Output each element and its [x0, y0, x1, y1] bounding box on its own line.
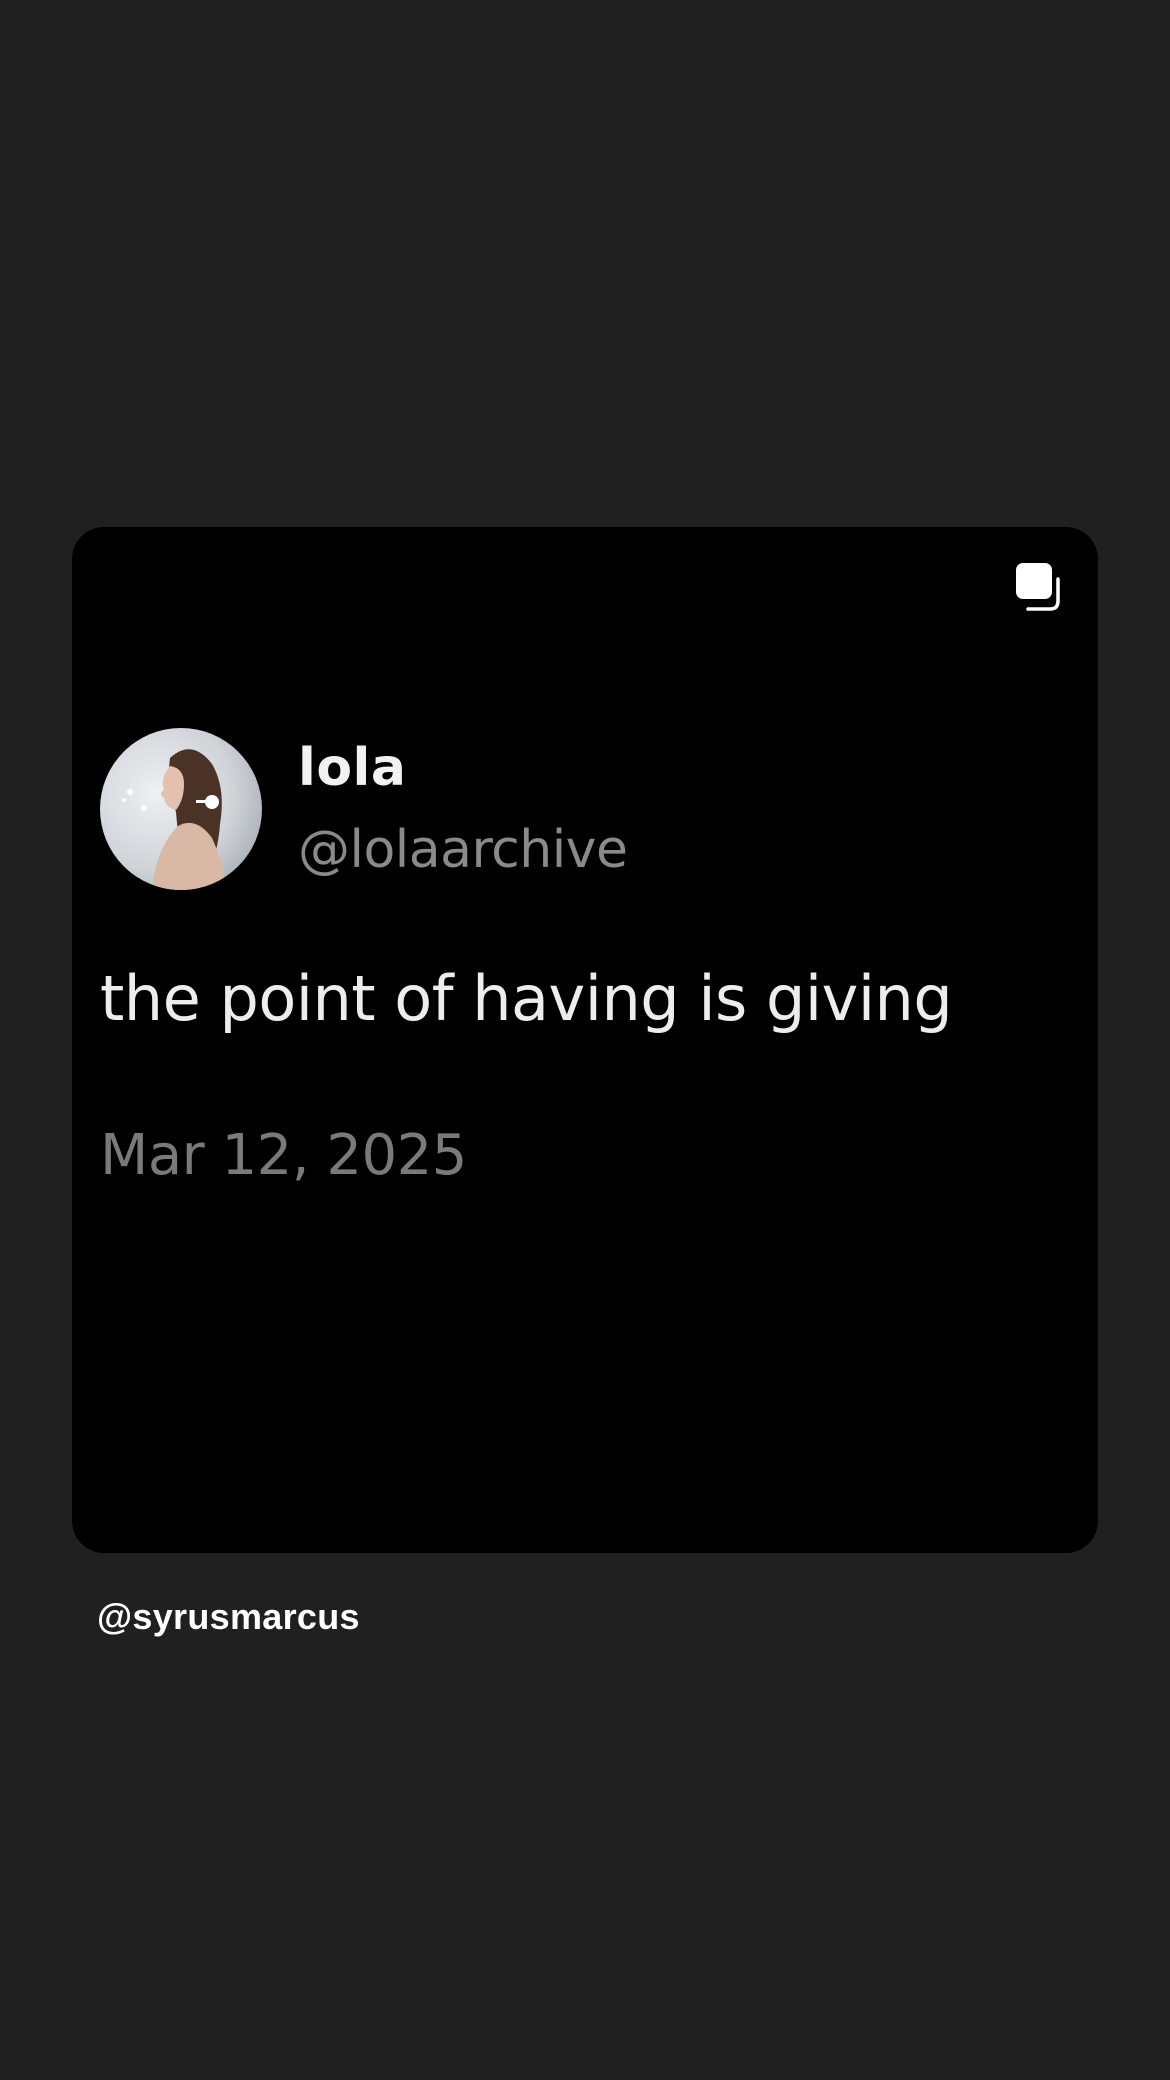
multiple-images-icon: [1016, 563, 1060, 611]
tweet-text: the point of having is giving: [100, 962, 953, 1035]
avatar[interactable]: [100, 728, 262, 890]
tweet-header: lola @lolaarchive: [100, 727, 1060, 891]
username-caption[interactable]: @syrusmarcus: [97, 1595, 360, 1639]
display-name[interactable]: lola: [298, 738, 627, 798]
tweet: lola @lolaarchive the point of having is…: [100, 727, 1060, 1191]
tweet-date: Mar 12, 2025: [100, 1123, 467, 1188]
post-card[interactable]: lola @lolaarchive the point of having is…: [72, 527, 1098, 1553]
handle[interactable]: @lolaarchive: [298, 820, 628, 880]
profile-photo: [100, 728, 262, 890]
tweet-identity: lola @lolaarchive: [298, 738, 628, 880]
page: lola @lolaarchive the point of having is…: [0, 0, 1170, 2080]
